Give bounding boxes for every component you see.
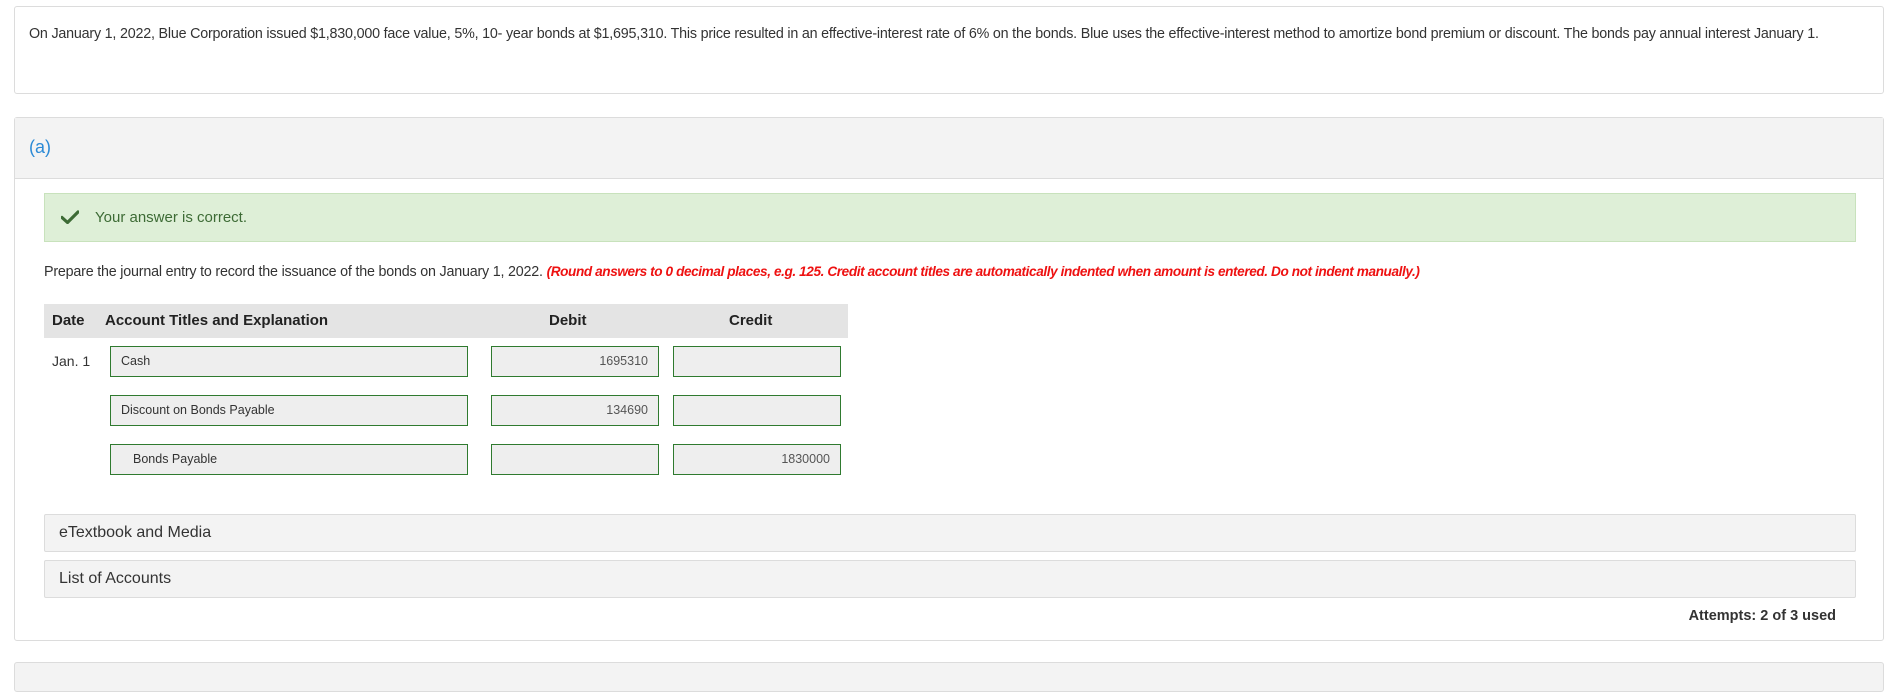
- question-text: On January 1, 2022, Blue Corporation iss…: [29, 26, 1819, 42]
- header-credit: Credit: [729, 312, 773, 329]
- account-field[interactable]: Discount on Bonds Payable: [110, 395, 468, 426]
- feedback-banner: Your answer is correct.: [44, 193, 1856, 242]
- table-row: Bonds Payable 1830000: [44, 444, 848, 475]
- header-debit: Debit: [549, 312, 587, 329]
- feedback-text: Your answer is correct.: [95, 209, 248, 226]
- journal-table: Date Account Titles and Explanation Debi…: [44, 304, 848, 475]
- account-field[interactable]: Bonds Payable: [110, 444, 468, 475]
- table-row: Jan. 1 Cash 1695310: [44, 346, 848, 377]
- credit-field[interactable]: [673, 346, 841, 377]
- check-icon: [61, 210, 79, 224]
- part-header: (a): [15, 118, 1883, 179]
- credit-field[interactable]: 1830000: [673, 444, 841, 475]
- list-of-accounts-link[interactable]: List of Accounts: [44, 560, 1856, 598]
- debit-field[interactable]: 1695310: [491, 346, 659, 377]
- part-label: (a): [29, 137, 51, 157]
- table-row: Discount on Bonds Payable 134690: [44, 395, 848, 426]
- debit-field[interactable]: 134690: [491, 395, 659, 426]
- attempts-counter: Attempts: 2 of 3 used: [1688, 608, 1836, 624]
- prompt-text: Prepare the journal entry to record the …: [44, 264, 543, 280]
- account-field[interactable]: Cash: [110, 346, 468, 377]
- credit-field[interactable]: [673, 395, 841, 426]
- row-date: Jan. 1: [52, 353, 91, 369]
- rounding-note: (Round answers to 0 decimal places, e.g.…: [546, 264, 1420, 279]
- table-header: Date Account Titles and Explanation Debi…: [44, 304, 848, 338]
- instructions: Prepare the journal entry to record the …: [44, 264, 1420, 280]
- header-account: Account Titles and Explanation: [105, 312, 329, 329]
- next-section: [14, 662, 1884, 692]
- question-box: On January 1, 2022, Blue Corporation iss…: [14, 6, 1884, 94]
- part-a-section: (a) Your answer is correct. Prepare the …: [14, 117, 1884, 641]
- debit-field[interactable]: [491, 444, 659, 475]
- etextbook-media-link[interactable]: eTextbook and Media: [44, 514, 1856, 552]
- header-date: Date: [52, 312, 85, 329]
